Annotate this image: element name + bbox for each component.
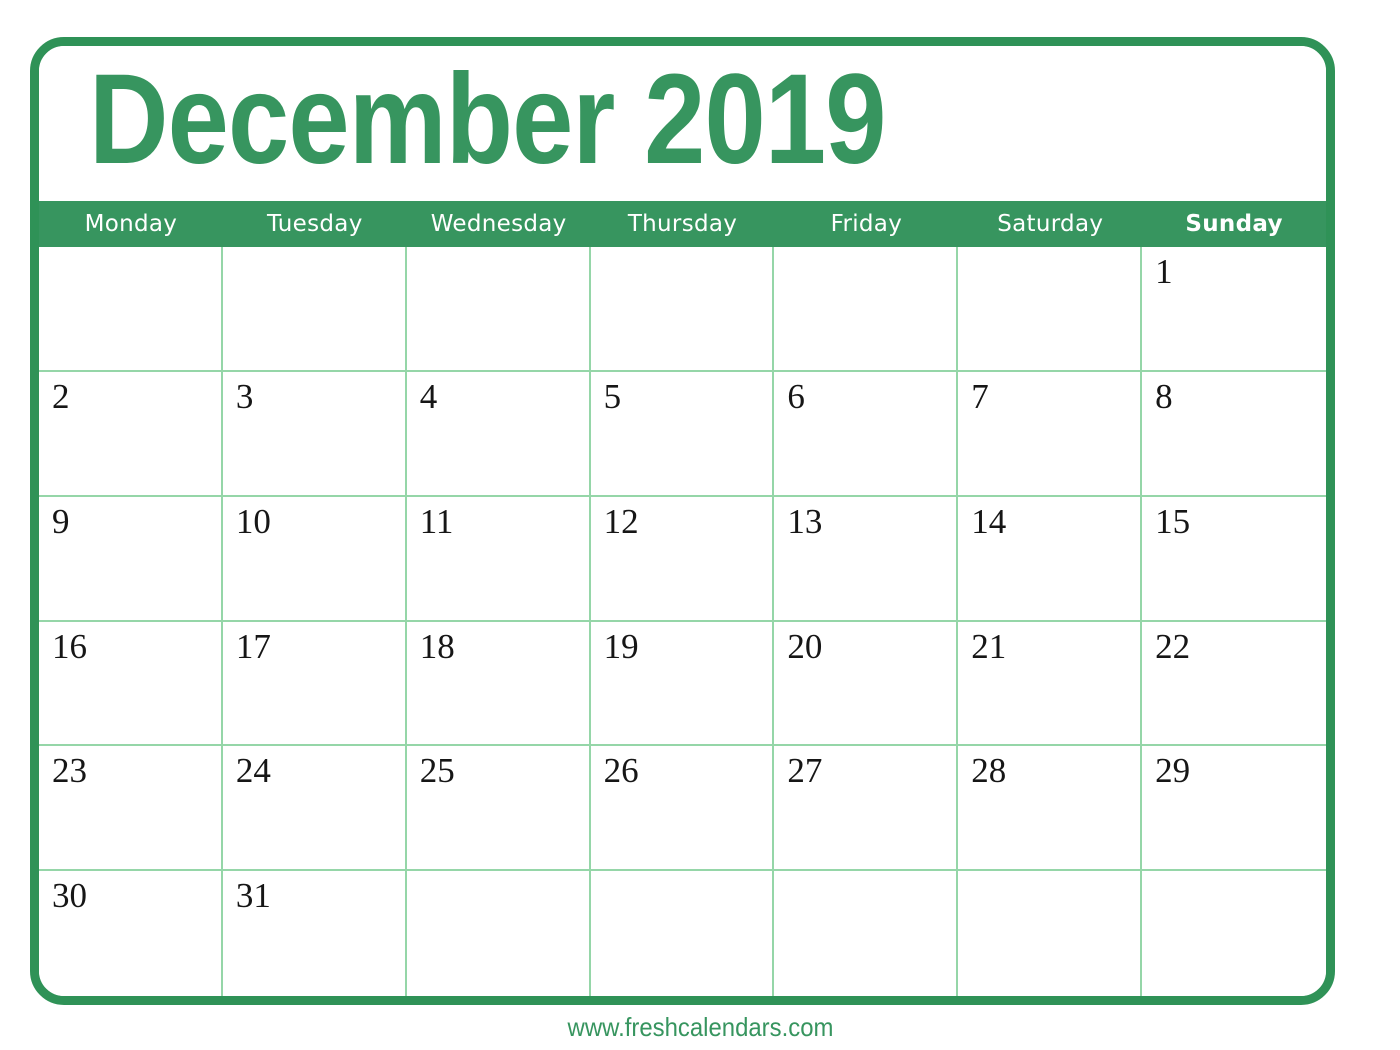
day-number: 22 <box>1155 626 1191 666</box>
day-cell[interactable]: 18 <box>406 621 591 747</box>
day-cell[interactable]: 8 <box>1142 371 1326 497</box>
day-cell[interactable]: 16 <box>39 621 223 747</box>
day-cell[interactable]: 9 <box>39 496 223 622</box>
day-number: 31 <box>235 876 271 916</box>
day-cell[interactable] <box>590 247 775 372</box>
day-number: 29 <box>1155 751 1191 791</box>
day-cell[interactable]: 26 <box>590 746 775 872</box>
day-cell[interactable] <box>222 247 407 372</box>
day-number: 3 <box>235 376 254 416</box>
day-cell[interactable]: 23 <box>39 746 223 872</box>
day-cell[interactable] <box>958 247 1143 372</box>
day-number: 12 <box>603 501 639 541</box>
weekday-header-saturday: Saturday <box>958 201 1142 247</box>
weekday-label: Tuesday <box>266 211 363 237</box>
day-number: 8 <box>1155 376 1173 416</box>
day-cell[interactable]: 12 <box>590 496 775 622</box>
calendar-page: December 2019 Monday Tuesday Wednesday T… <box>0 0 1400 1050</box>
day-number: 2 <box>52 376 70 416</box>
day-number: 16 <box>52 626 87 666</box>
day-cell[interactable]: 5 <box>590 371 775 497</box>
day-number: 6 <box>787 376 805 416</box>
day-number: 13 <box>787 501 823 541</box>
day-number: 14 <box>971 501 1007 541</box>
day-grid: 1 2 3 4 5 6 7 8 9 10 11 12 13 14 15 16 1… <box>39 247 1326 996</box>
day-number: 15 <box>1155 501 1191 541</box>
day-number: 26 <box>603 751 639 791</box>
calendar-title-area: December 2019 <box>39 46 1326 201</box>
day-cell[interactable]: 11 <box>406 496 591 622</box>
weekday-label: Monday <box>84 211 178 237</box>
day-cell[interactable] <box>406 871 591 996</box>
day-cell[interactable]: 27 <box>774 746 959 872</box>
day-cell[interactable]: 3 <box>222 371 407 497</box>
day-cell[interactable]: 21 <box>958 621 1143 747</box>
day-cell[interactable] <box>774 871 959 996</box>
day-number: 9 <box>52 501 70 541</box>
weekday-label: Thursday <box>627 211 738 237</box>
day-number: 4 <box>419 376 438 416</box>
day-number: 19 <box>603 626 639 666</box>
day-cell[interactable]: 6 <box>774 371 959 497</box>
day-number: 10 <box>235 501 271 541</box>
weekday-header-tuesday: Tuesday <box>223 201 407 247</box>
day-cell[interactable] <box>406 247 591 372</box>
day-cell[interactable]: 20 <box>774 621 959 747</box>
day-cell[interactable]: 17 <box>222 621 407 747</box>
weekday-label: Sunday <box>1185 211 1283 237</box>
weekday-header-sunday: Sunday <box>1142 201 1326 247</box>
day-cell[interactable]: 2 <box>39 371 223 497</box>
day-number: 20 <box>787 626 823 666</box>
day-cell[interactable]: 14 <box>958 496 1143 622</box>
day-cell[interactable] <box>590 871 775 996</box>
day-number: 24 <box>235 751 271 791</box>
day-cell[interactable]: 28 <box>958 746 1143 872</box>
day-cell[interactable]: 24 <box>222 746 407 872</box>
day-cell[interactable]: 1 <box>1142 247 1326 372</box>
day-number: 21 <box>971 626 1007 666</box>
day-cell[interactable]: 4 <box>406 371 591 497</box>
day-cell[interactable]: 13 <box>774 496 959 622</box>
weekday-label: Friday <box>830 211 903 237</box>
day-number: 28 <box>971 751 1007 791</box>
weekday-header-row: Monday Tuesday Wednesday Thursday Friday… <box>39 201 1326 247</box>
footer: www.freshcalendars.com <box>0 1012 1400 1043</box>
day-number: 5 <box>603 376 622 416</box>
day-cell[interactable]: 25 <box>406 746 591 872</box>
day-number: 1 <box>1155 252 1173 291</box>
weekday-header-wednesday: Wednesday <box>407 201 591 247</box>
day-cell[interactable] <box>39 247 223 372</box>
day-cell[interactable]: 10 <box>222 496 407 622</box>
day-cell[interactable]: 29 <box>1142 746 1326 872</box>
weekday-header-friday: Friday <box>774 201 958 247</box>
day-number: 17 <box>235 626 271 666</box>
calendar-frame: December 2019 Monday Tuesday Wednesday T… <box>30 37 1335 1005</box>
day-cell[interactable]: 19 <box>590 621 775 747</box>
day-number: 7 <box>971 376 989 416</box>
day-number: 23 <box>52 751 87 791</box>
page-title: December 2019 <box>89 48 886 191</box>
day-number: 18 <box>419 626 455 666</box>
day-cell[interactable] <box>1142 871 1326 996</box>
weekday-label: Saturday <box>997 211 1104 237</box>
day-number: 27 <box>787 751 823 791</box>
day-cell[interactable]: 7 <box>958 371 1143 497</box>
day-cell[interactable]: 22 <box>1142 621 1326 747</box>
day-number: 11 <box>419 501 454 541</box>
day-cell[interactable]: 30 <box>39 871 223 996</box>
day-cell[interactable] <box>958 871 1143 996</box>
day-cell[interactable]: 31 <box>222 871 407 996</box>
weekday-label: Wednesday <box>430 211 567 237</box>
day-number: 30 <box>52 876 87 916</box>
day-cell[interactable]: 15 <box>1142 496 1326 622</box>
footer-website-link[interactable]: www.freshcalendars.com <box>567 1012 833 1043</box>
day-cell[interactable] <box>774 247 959 372</box>
weekday-header-monday: Monday <box>39 201 223 247</box>
weekday-header-thursday: Thursday <box>591 201 775 247</box>
day-number: 25 <box>419 751 455 791</box>
